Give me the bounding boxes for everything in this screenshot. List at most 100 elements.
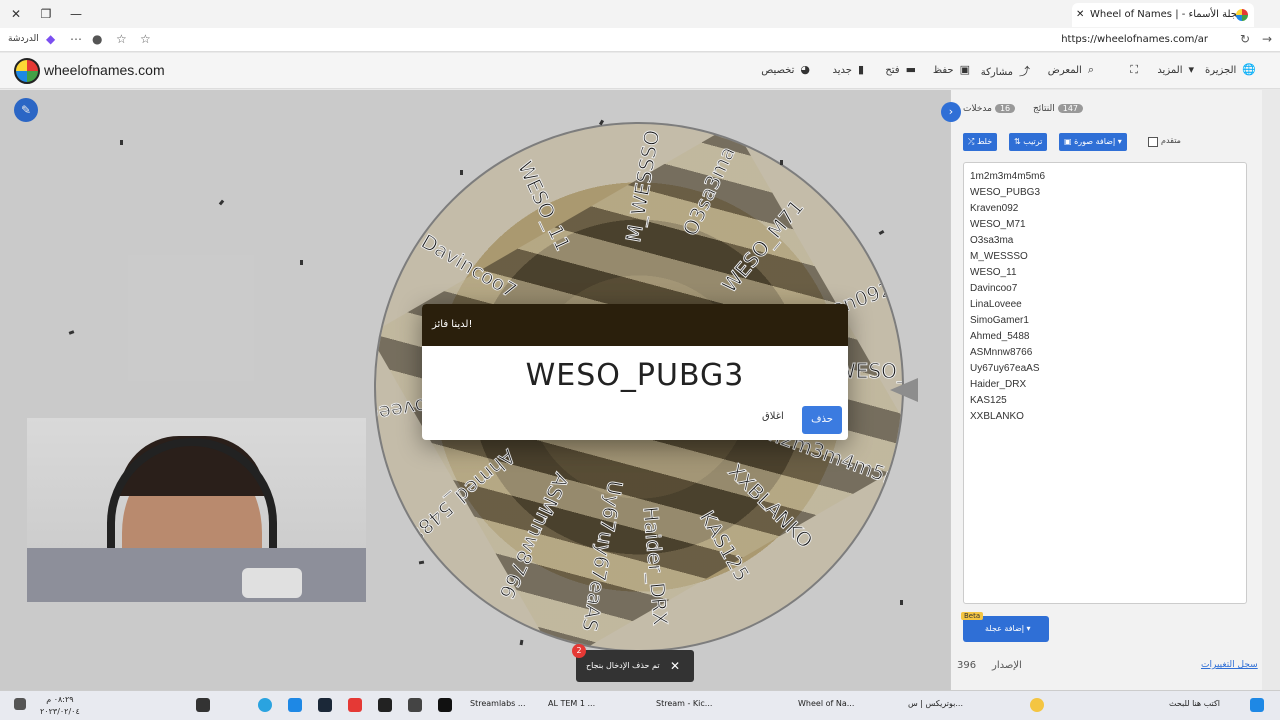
clock-date: ٢٠٢٣/٠٢/٠٤: [40, 707, 80, 716]
list-item: 1m2m3m4m5m6: [970, 171, 1046, 182]
sparkle-icon[interactable]: [1030, 698, 1044, 712]
nav-more-label: المزيد: [1157, 65, 1183, 76]
capcut-icon[interactable]: [378, 698, 392, 712]
entries-textarea[interactable]: 1m2m3m4m5m6 WESO_PUBG3 Kraven092 WESO_M7…: [963, 162, 1247, 604]
streamer-shirt: [27, 548, 366, 602]
notification-icon[interactable]: [14, 698, 26, 710]
telegram-icon[interactable]: [258, 698, 272, 712]
nav-open[interactable]: فتح ▬: [885, 63, 916, 76]
nav-gallery[interactable]: المعرض ⌕: [1048, 63, 1094, 77]
nav-customize[interactable]: تخصيص ◕: [761, 63, 810, 76]
list-item: Kraven092: [970, 203, 1019, 214]
nav-save[interactable]: حفظ ▣: [933, 63, 970, 76]
search-icon: ⌕: [1087, 63, 1094, 76]
back-icon[interactable]: →: [1262, 32, 1272, 46]
chat-label[interactable]: الدردشة: [8, 34, 39, 44]
tab-entries-label: مدخلات: [963, 104, 992, 114]
app-icon[interactable]: [348, 698, 362, 712]
entries-count-badge: 16: [994, 104, 1016, 113]
advanced-label: متقدم: [1161, 136, 1181, 145]
taskbar-item-kick[interactable]: Stream - Kic...: [656, 699, 712, 708]
nav-new[interactable]: جديد ▮: [832, 63, 864, 76]
version-label: الإصدار: [992, 660, 1022, 671]
add-image-label: إضافة صورة: [1074, 137, 1116, 146]
microphone-icon: [242, 568, 302, 598]
star-icon[interactable]: ☆: [140, 32, 151, 46]
clock-time: ٠٨:٢٩ م: [46, 695, 74, 704]
add-image-button[interactable]: ▣ إضافة صورة ▾: [1059, 133, 1127, 151]
favicon-icon: [1236, 9, 1248, 21]
changelog-link[interactable]: سجل التغييرات: [1201, 660, 1258, 670]
palette-icon: ◕: [800, 63, 810, 76]
app-icon[interactable]: [288, 698, 302, 712]
nav-new-label: جديد: [832, 65, 852, 76]
browser-tab[interactable]: ✕ Wheel of Names | عجلة الأسماء - منتقي …: [1072, 3, 1254, 44]
browser-titlebar: ✕ ❐ — + ✕ Wheel of Names | عجلة الأسماء …: [0, 0, 1280, 44]
brand-name[interactable]: wheelofnames.com: [44, 62, 165, 78]
nav-fullscreen[interactable]: ⛶: [1124, 63, 1138, 77]
results-count-badge: 147: [1057, 104, 1084, 113]
url-field[interactable]: https://wheelofnames.com/ar: [1061, 34, 1208, 45]
close-toast-icon[interactable]: ✕: [670, 650, 680, 682]
taskbar-item-streamlabs[interactable]: Streamlabs ...: [470, 699, 526, 708]
taskbar: ٠٨:٢٩ م ٢٠٢٣/٠٢/٠٤ Streamlabs ... AL TEM …: [0, 690, 1280, 720]
shuffle-button[interactable]: ⤮ خلط: [963, 133, 998, 151]
list-item: KAS125: [970, 395, 1007, 406]
close-button[interactable]: اغلاق: [762, 411, 784, 422]
tab-results[interactable]: النتائج 147: [1033, 104, 1084, 114]
taskbar-item-edge[interactable]: Wheel of Na...: [798, 699, 854, 708]
chevron-down-icon: ▾: [1115, 137, 1122, 146]
taskbar-item-chrome[interactable]: بوتريكس | س...: [908, 699, 963, 708]
list-item: WESO_PUBG3: [970, 187, 1041, 198]
nav-language[interactable]: الجزيرة 🌐: [1205, 63, 1256, 76]
keyboard-icon[interactable]: [196, 698, 210, 712]
close-tab-icon[interactable]: ✕: [1076, 3, 1084, 27]
logo-icon[interactable]: [14, 58, 40, 84]
sort-button[interactable]: ⇅ ترتيب: [1009, 133, 1048, 151]
nav-share[interactable]: مشاركة ⤴: [981, 63, 1030, 79]
minimize-window-icon[interactable]: —: [66, 4, 86, 24]
version-info: 396 الإصدار: [957, 660, 1022, 671]
refresh-icon[interactable]: ↻: [1240, 32, 1250, 46]
file-icon: ▮: [857, 63, 864, 76]
shuffle-label: خلط: [976, 137, 993, 146]
webcam-overlay: [27, 418, 366, 602]
favorites-icon[interactable]: ☆: [116, 32, 127, 46]
taskbar-item-discord[interactable]: AL TEM 1 ...: [548, 699, 595, 708]
advanced-checkbox[interactable]: [1148, 137, 1158, 147]
steam-icon[interactable]: [318, 698, 332, 712]
taskbar-search[interactable]: اكتب هنا للبحث: [1100, 699, 1220, 708]
copilot-icon[interactable]: ◆: [46, 32, 55, 46]
more-icon[interactable]: ⋯: [70, 32, 82, 46]
list-item: Davincoo7: [970, 283, 1018, 294]
profile-icon[interactable]: ●: [92, 32, 102, 46]
shuffle-icon: ⤮: [968, 137, 977, 146]
tiktok-icon[interactable]: [438, 698, 452, 712]
add-wheel-label: إضافة عجلة: [985, 624, 1024, 633]
tab-results-label: النتائج: [1033, 104, 1055, 114]
nav-more[interactable]: المزيد ▾: [1157, 63, 1194, 76]
folder-icon: ▬: [905, 63, 916, 76]
chevron-down-icon[interactable]: ▾: [1024, 624, 1031, 633]
toast-count-badge: 2: [572, 644, 586, 658]
winner-name: WESO_PUBG3: [525, 358, 745, 393]
windows-start-icon[interactable]: [1250, 698, 1264, 712]
clock[interactable]: ٠٨:٢٩ م ٢٠٢٣/٠٢/٠٤: [40, 694, 80, 718]
remove-button[interactable]: حذف: [802, 406, 842, 434]
sort-label: ترتيب: [1023, 137, 1043, 146]
dialog-title: لدينا فائز!: [422, 304, 848, 346]
list-item: Uy67uy67eaAS: [970, 363, 1040, 374]
nav-open-label: فتح: [885, 65, 900, 76]
share-icon: ⤴: [1019, 65, 1030, 78]
list-item: SimoGamer1: [970, 315, 1029, 326]
site-header: wheelofnames.com الجزيرة 🌐 المزيد ▾ ⛶ المع…: [0, 53, 1280, 89]
list-item: XXBLANKO: [970, 411, 1024, 422]
restore-window-icon[interactable]: ❐: [36, 4, 56, 24]
list-item: LinaLoveee: [970, 299, 1022, 310]
list-item: O3sa3ma: [970, 235, 1014, 246]
chevron-down-icon: ▾: [1188, 63, 1194, 76]
app-icon[interactable]: [408, 698, 422, 712]
tab-entries[interactable]: مدخلات 16: [963, 104, 1016, 114]
collapse-panel-icon[interactable]: ›: [941, 102, 961, 122]
close-window-icon[interactable]: ✕: [6, 4, 26, 24]
